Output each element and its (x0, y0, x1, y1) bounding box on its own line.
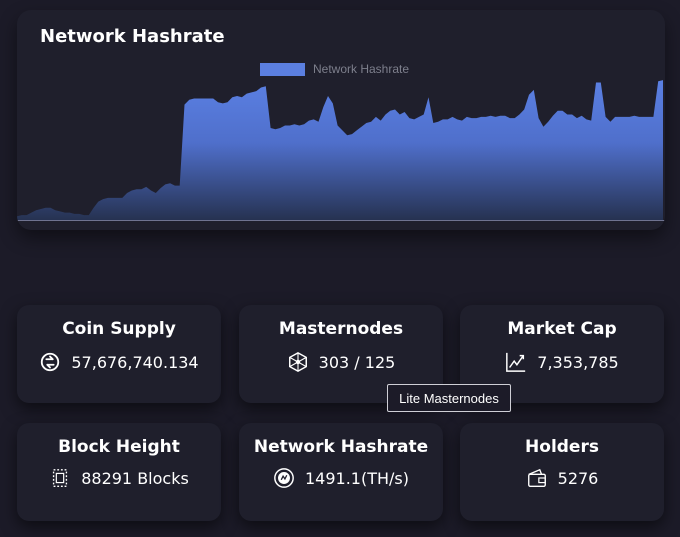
coin-supply-card: Coin Supply 57,676,740.134 (17, 305, 221, 403)
stat-value: 5276 (557, 468, 599, 488)
stat-value: 303 / 125 (318, 352, 396, 372)
market-cap-icon (506, 352, 526, 372)
stat-title: Network Hashrate (253, 437, 429, 457)
holders-card: Holders 5276 (460, 423, 664, 521)
stat-value: 88291 Blocks (81, 468, 189, 488)
block-height-card: Block Height 88291 Blocks (17, 423, 221, 521)
lite-masternodes-tooltip: Lite Masternodes (387, 384, 511, 412)
stat-title: Market Cap (507, 319, 617, 339)
coin-supply-icon (41, 352, 60, 372)
stat-value: 7,353,785 (537, 352, 619, 372)
stat-title: Coin Supply (62, 319, 176, 339)
network-hashrate-card: Network Hashrate 1491.1(TH/s) (239, 423, 443, 521)
masternodes-value-row[interactable]: 303 / 125 (239, 351, 443, 373)
hashrate-chart-card: Network Hashrate Network Hashrate (17, 10, 665, 230)
hashrate-chart (17, 80, 665, 221)
stat-title: Masternodes (278, 319, 404, 339)
hashrate-icon (274, 468, 294, 488)
stat-title: Holders (525, 437, 599, 457)
block-height-icon (53, 469, 68, 487)
hashrate-area-series (17, 80, 663, 220)
masternodes-icon (288, 351, 307, 373)
stat-value: 57,676,740.134 (71, 352, 199, 372)
stat-title: Block Height (58, 437, 180, 457)
stat-value: 1491.1(TH/s) (305, 468, 409, 488)
holders-icon (527, 468, 546, 487)
